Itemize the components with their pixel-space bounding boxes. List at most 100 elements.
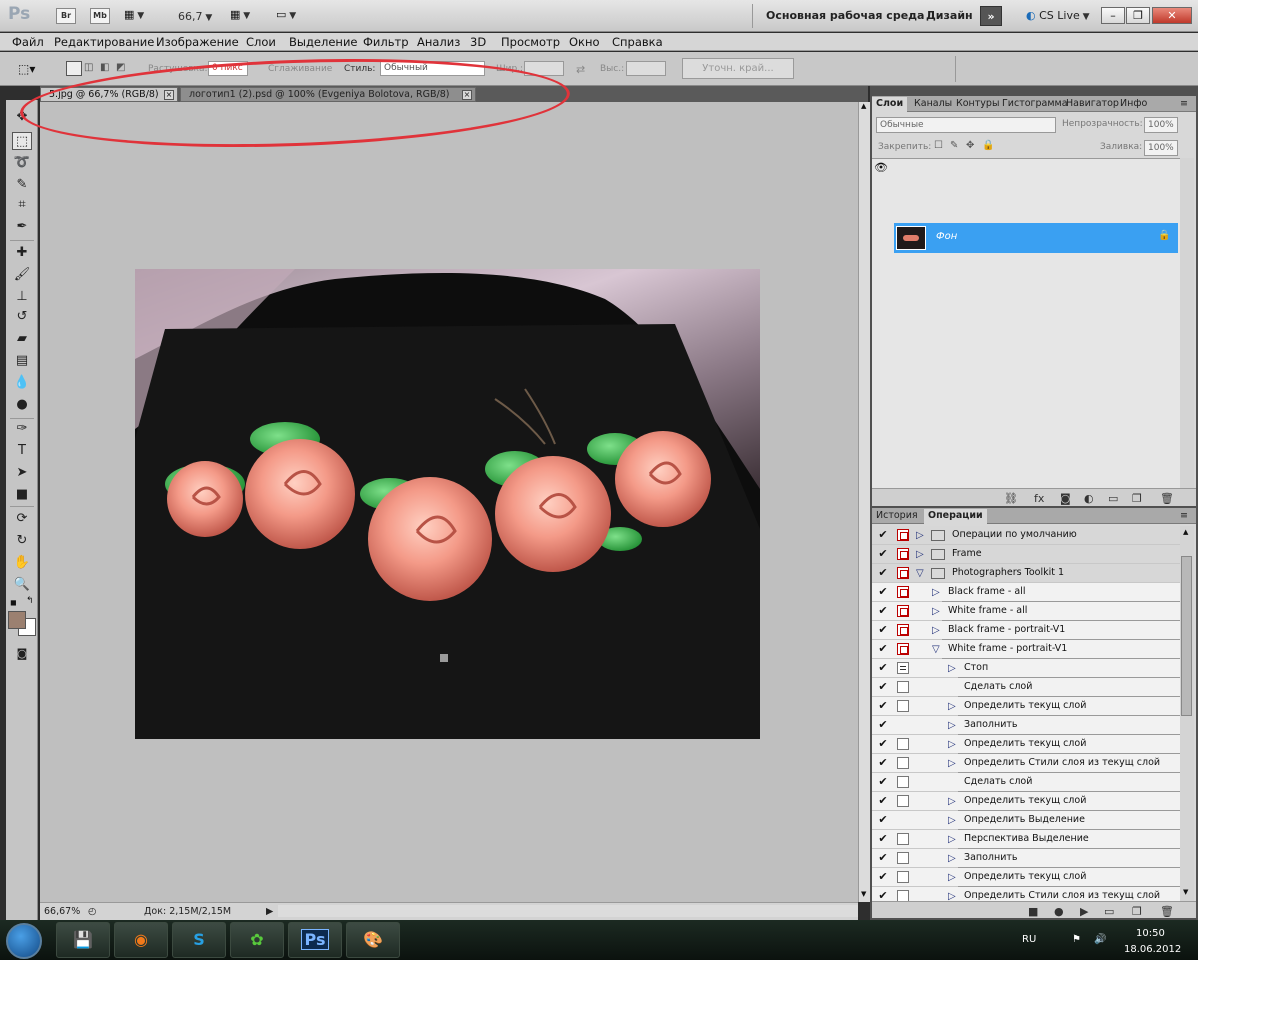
chevron-right-icon[interactable]: ▷	[948, 796, 956, 807]
toggle-check-icon[interactable]: ✔	[877, 795, 889, 807]
close-icon[interactable]: ×	[462, 90, 472, 100]
fx-icon[interactable]: fx	[1034, 492, 1044, 505]
swap-icon[interactable]: ⇄	[576, 63, 585, 76]
add-mask-icon[interactable]: ◙	[1060, 492, 1071, 505]
floppy-app-icon[interactable]: 💾	[56, 922, 110, 958]
minimize-button[interactable]: –	[1101, 7, 1125, 24]
brush-tool-icon[interactable]: 🖌	[12, 266, 32, 284]
foreground-color-swatch[interactable]	[8, 611, 26, 629]
dialog-toggle-icon[interactable]	[897, 548, 909, 560]
menu-view[interactable]: Просмотр	[501, 35, 560, 49]
panel-menu-icon[interactable]: ≡	[1176, 97, 1192, 112]
paint-icon[interactable]: 🎨	[346, 922, 400, 958]
action-row[interactable]: ✔ ▷ Определить Стили слоя из текущ слой	[872, 754, 1180, 773]
lock-transparency-icon[interactable]: ☐	[934, 140, 943, 151]
eyedropper-tool-icon[interactable]: ✒	[12, 218, 32, 236]
add-to-selection-icon[interactable]: ◫	[84, 62, 93, 73]
action-row[interactable]: ✔ Сделать слой	[872, 773, 1180, 792]
action-row[interactable]: ✔ ▷ Определить текущ слой	[872, 792, 1180, 811]
3d-rotate-tool-icon[interactable]: ⟳	[12, 510, 32, 528]
screen-mode-menu[interactable]: ▭ ▼	[276, 8, 296, 21]
toggle-check-icon[interactable]: ✔	[877, 738, 889, 750]
adjustment-layer-icon[interactable]: ◐	[1084, 492, 1094, 505]
chevron-right-icon[interactable]: ▷	[948, 720, 956, 731]
zoom-level[interactable]: 66,7 ▼	[178, 10, 212, 23]
menu-3d[interactable]: 3D	[470, 35, 486, 49]
action-row[interactable]: ✔ ▷ Перспектива Выделение	[872, 830, 1180, 849]
network-icon[interactable]: ⚑	[1072, 934, 1081, 945]
arrange-documents-menu[interactable]: ▦ ▼	[230, 8, 250, 21]
toggle-check-icon[interactable]: ✔	[877, 833, 889, 845]
menu-select[interactable]: Выделение	[289, 35, 358, 49]
subtract-selection-icon[interactable]: ◧	[100, 62, 109, 73]
dialog-toggle-icon[interactable]	[897, 738, 909, 750]
action-row[interactable]: ✔ ▷ Заполнить	[872, 716, 1180, 735]
workspace-essentials[interactable]: Основная рабочая среда	[766, 9, 924, 22]
dialog-toggle-icon[interactable]	[897, 567, 909, 579]
toggle-check-icon[interactable]: ✔	[877, 814, 889, 826]
feather-input[interactable]: 0 пикс	[208, 61, 248, 76]
action-row[interactable]: ✔ ▷ Определить Стили слоя из текущ слой	[872, 887, 1180, 901]
action-row[interactable]: ✔ ▷ Определить текущ слой	[872, 697, 1180, 716]
tab-paths[interactable]: Контуры	[952, 97, 1003, 112]
lock-pixels-icon[interactable]: ✎	[950, 140, 958, 151]
lock-position-icon[interactable]: ✥	[966, 140, 974, 151]
new-selection-icon[interactable]	[66, 61, 82, 76]
action-row[interactable]: ✔ ▷ Определить Выделение	[872, 811, 1180, 830]
chevron-right-icon[interactable]: ▷	[948, 663, 956, 674]
chevron-right-icon[interactable]: ▷	[932, 625, 940, 636]
scroll-thumb[interactable]	[1181, 556, 1192, 716]
new-layer-icon[interactable]: ❐	[1132, 492, 1142, 505]
toggle-check-icon[interactable]: ✔	[877, 700, 889, 712]
view-extras-menu[interactable]: ▦ ▼	[124, 8, 156, 24]
height-input[interactable]	[626, 61, 666, 76]
tab-logotip[interactable]: логотип1 (2).psd @ 100% (Evgeniya Boloto…	[180, 87, 476, 102]
toggle-check-icon[interactable]: ✔	[877, 605, 889, 617]
action-set-row[interactable]: ✔ ▽ Photographers Toolkit 1	[872, 564, 1180, 583]
action-row[interactable]: ✔ ▷ Black frame - all	[872, 583, 1180, 602]
panel-menu-icon[interactable]: ≡	[1176, 509, 1192, 524]
toggle-check-icon[interactable]: ✔	[877, 586, 889, 598]
minibridge-button[interactable]: Mb	[90, 8, 110, 24]
action-row[interactable]: ✔ Сделать слой	[872, 678, 1180, 697]
cs-live-menu[interactable]: ◐ CS Live ▼	[1026, 9, 1090, 22]
record-icon[interactable]: ●	[1054, 905, 1064, 918]
dialog-toggle-icon[interactable]	[897, 681, 909, 693]
path-selection-tool-icon[interactable]: ➤	[12, 464, 32, 482]
hand-tool-icon[interactable]: ✋	[12, 554, 32, 572]
canvas-horizontal-scrollbar[interactable]	[278, 905, 858, 917]
quick-mask-icon[interactable]: ◙	[12, 645, 32, 663]
action-row[interactable]: ✔ ▷ Определить текущ слой	[872, 735, 1180, 754]
zoom-slider-icon[interactable]: ◴	[88, 906, 96, 917]
toggle-check-icon[interactable]: ✔	[877, 624, 889, 636]
menu-layers[interactable]: Слои	[246, 35, 276, 49]
menu-analysis[interactable]: Анализ	[417, 35, 460, 49]
default-colors-icon[interactable]: ◼	[10, 598, 17, 607]
eraser-tool-icon[interactable]: ▰	[12, 330, 32, 348]
chevron-right-icon[interactable]: ▷	[948, 891, 956, 901]
play-icon[interactable]: ▶	[1080, 905, 1088, 918]
group-folder-icon[interactable]: ▭	[1108, 492, 1118, 505]
chevron-down-icon[interactable]: ▽	[916, 568, 924, 579]
dodge-tool-icon[interactable]: ●	[12, 396, 32, 414]
workspace-design[interactable]: Дизайн	[926, 9, 973, 22]
link-layers-icon[interactable]: ⛓	[1004, 492, 1018, 505]
tab-layers[interactable]: Слои	[872, 97, 908, 112]
restore-button[interactable]: ❐	[1126, 7, 1150, 24]
action-row[interactable]: ✔ ▷ Стоп	[872, 659, 1180, 678]
toggle-check-icon[interactable]: ✔	[877, 567, 889, 579]
tab-actions[interactable]: Операции	[924, 509, 987, 524]
dialog-toggle-icon[interactable]	[897, 757, 909, 769]
dialog-toggle-icon[interactable]	[897, 795, 909, 807]
more-workspaces-button[interactable]: »	[980, 6, 1002, 26]
action-row[interactable]: ✔ ▷ Заполнить	[872, 849, 1180, 868]
volume-icon[interactable]: 🔊	[1094, 934, 1106, 945]
clone-stamp-tool-icon[interactable]: ⊥	[12, 288, 32, 306]
lock-all-icon[interactable]: 🔒	[982, 140, 994, 151]
chevron-right-icon[interactable]: ▷	[948, 872, 956, 883]
chevron-down-icon[interactable]: ▽	[932, 644, 940, 655]
action-row[interactable]: ✔ ▷ Black frame - portrait-V1	[872, 621, 1180, 640]
canvas-vertical-scrollbar[interactable]: ▲ ▼	[858, 102, 870, 902]
language-indicator[interactable]: RU	[1022, 934, 1036, 945]
swap-colors-icon[interactable]: ↰	[26, 596, 34, 606]
